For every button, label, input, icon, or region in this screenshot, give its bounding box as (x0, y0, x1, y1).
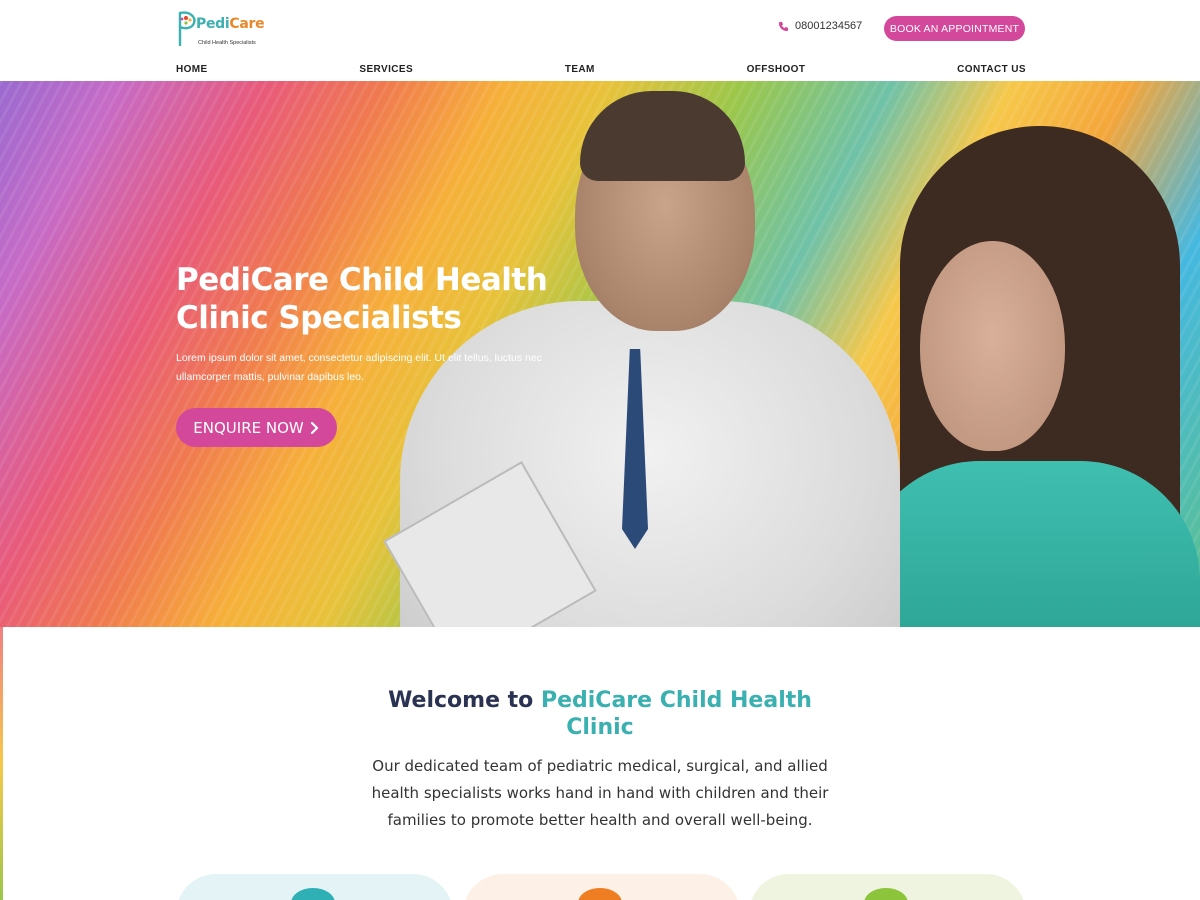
service-card-1[interactable] (176, 874, 453, 900)
service-card-2[interactable] (463, 874, 740, 900)
hero-photo-nurse-scrubs (860, 461, 1200, 627)
welcome-description: Our dedicated team of pediatric medical,… (371, 757, 829, 829)
service-card-2-icon (578, 888, 622, 900)
logo-mark-icon (178, 11, 196, 47)
nav-item-team[interactable]: TEAM (565, 64, 595, 75)
book-appointment-button[interactable]: BOOK AN APPOINTMENT (884, 16, 1025, 41)
service-card-1-icon (291, 888, 335, 900)
hero-banner: PediCare Child Health Clinic Specialists… (0, 81, 1200, 627)
enquire-now-label: ENQUIRE NOW (193, 418, 304, 437)
welcome-heading: Welcome to PediCare Child Health Clinic (370, 687, 830, 741)
nav-item-offshoot[interactable]: OFFSHOOT (747, 64, 806, 75)
welcome-prefix: Welcome to (388, 688, 541, 713)
logo-wordmark: PediCare (196, 16, 265, 32)
logo-tagline: Child Health Specialists (198, 40, 256, 46)
hero-photo-nurse-face (920, 241, 1065, 451)
phone-link[interactable]: 08001234567 (778, 20, 862, 32)
service-card-3-icon (864, 888, 908, 900)
nav-item-contact-us[interactable]: CONTACT US (957, 64, 1026, 75)
service-card-3[interactable] (749, 874, 1026, 900)
phone-number: 08001234567 (795, 20, 863, 32)
nav-item-home[interactable]: HOME (176, 64, 208, 75)
hero-title: PediCare Child Health Clinic Specialists (176, 262, 548, 336)
pedicare-logo[interactable]: PediCare Child Health Specialists (176, 9, 266, 49)
main-nav: HOME SERVICES TEAM OFFSHOOT CONTACT US (176, 58, 1026, 80)
phone-icon (778, 21, 789, 31)
nav-item-services[interactable]: SERVICES (359, 64, 413, 75)
decorative-side-stripe (0, 627, 3, 900)
welcome-accent: PediCare Child Health Clinic (540, 688, 812, 740)
enquire-now-button[interactable]: ENQUIRE NOW (176, 408, 337, 447)
site-header: PediCare Child Health Specialists 080012… (0, 0, 1200, 58)
hero-description: Lorem ipsum dolor sit amet, consectetur … (176, 352, 542, 383)
chevron-right-icon (310, 421, 318, 434)
